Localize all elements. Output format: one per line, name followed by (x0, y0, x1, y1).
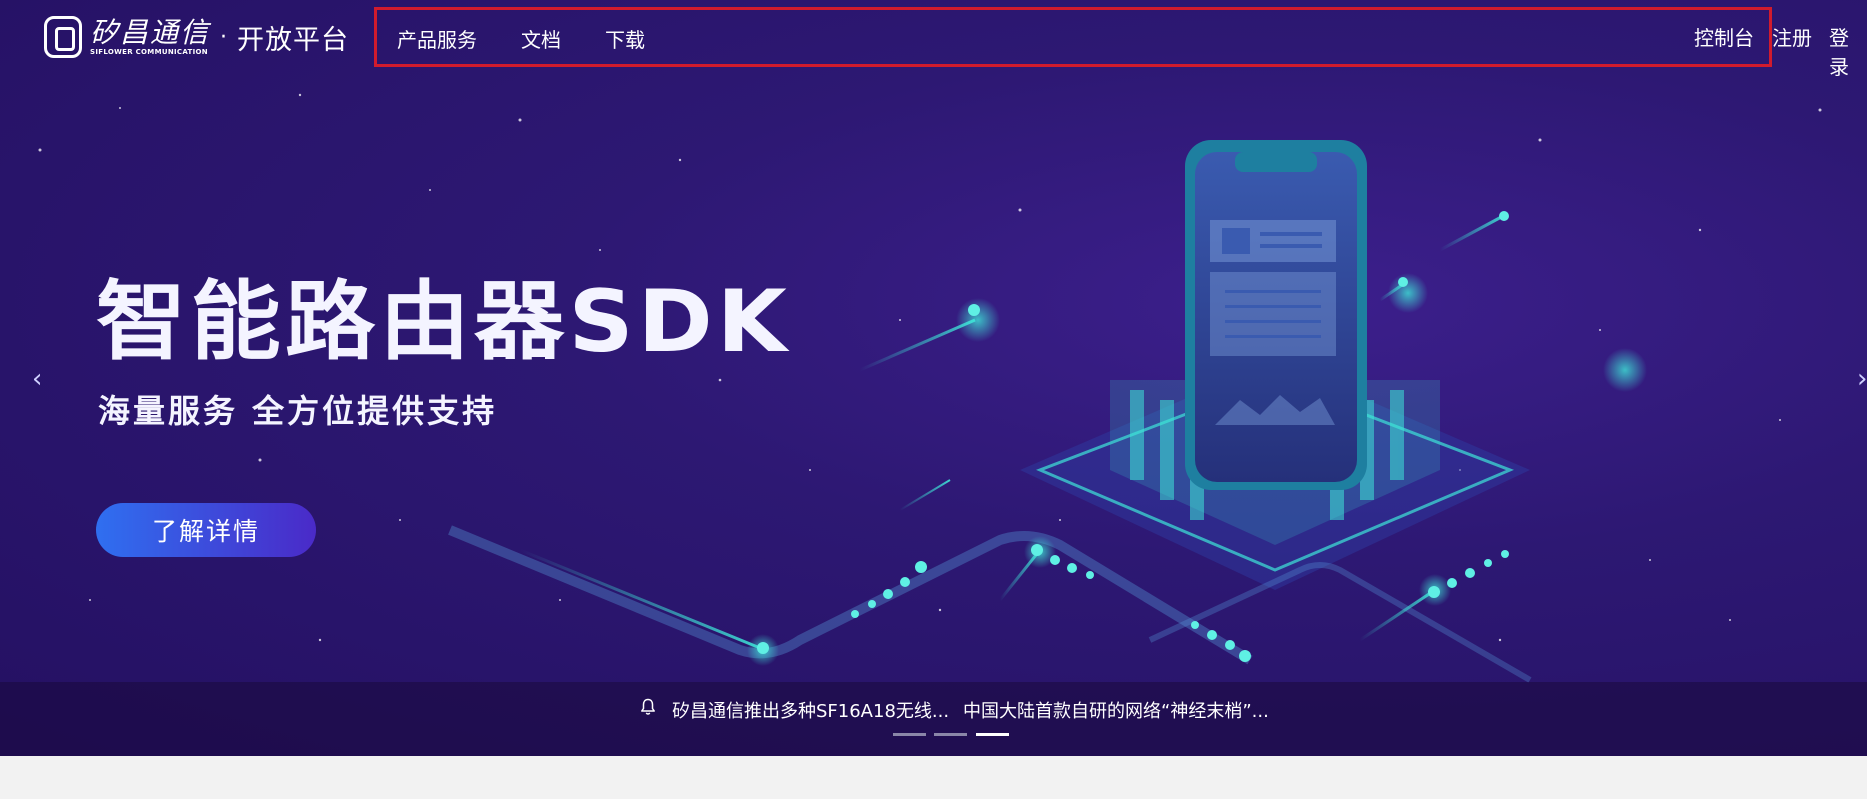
nav-highlight-box (374, 7, 1772, 67)
page-content-area (0, 756, 1867, 799)
siflower-logo-icon (44, 16, 82, 58)
carousel-dot[interactable] (893, 733, 926, 736)
logo-chinese-name: 矽昌通信 (90, 15, 211, 49)
register-link[interactable]: 注册 (1772, 22, 1812, 51)
starfield-decoration (38, 93, 1822, 642)
news-item[interactable]: 中国大陆首款自研的网络“神经末梢”... (963, 697, 1269, 723)
nav-item-products[interactable]: 产品服务 (397, 24, 477, 53)
carousel-dot[interactable] (934, 733, 967, 736)
login-link[interactable]: 登录 (1829, 22, 1867, 80)
banner-title: 智能路由器SDK (96, 272, 792, 372)
banner-subtitle: 海量服务 全方位提供支持 (98, 392, 498, 430)
logo-separator: · (220, 24, 228, 50)
router-illustration (448, 140, 1647, 683)
platform-name: 开放平台 (237, 24, 350, 56)
bell-icon (641, 698, 655, 715)
hero-banner: 矽昌通信 SIFLOWER COMMUNICATION · 开放平台 产品服务 … (0, 0, 1867, 756)
news-item[interactable]: 矽昌通信推出多种SF16A18无线... (672, 697, 949, 723)
carousel-dot-active[interactable] (976, 733, 1009, 736)
learn-more-button[interactable]: 了解详情 (96, 503, 316, 557)
chevron-left-icon[interactable]: ‹ (32, 364, 42, 394)
logo-wordmark: 矽昌通信 SIFLOWER COMMUNICATION (90, 15, 211, 57)
top-navigation: 矽昌通信 SIFLOWER COMMUNICATION · 开放平台 产品服务 … (0, 0, 1867, 79)
logo-english-name: SIFLOWER COMMUNICATION (90, 47, 208, 56)
nav-item-download[interactable]: 下载 (605, 24, 645, 53)
nav-item-docs[interactable]: 文档 (521, 24, 561, 53)
console-link[interactable]: 控制台 (1694, 22, 1754, 51)
chevron-right-icon[interactable]: › (1857, 364, 1867, 394)
brand-logo[interactable]: 矽昌通信 SIFLOWER COMMUNICATION · 开放平台 (44, 14, 349, 60)
